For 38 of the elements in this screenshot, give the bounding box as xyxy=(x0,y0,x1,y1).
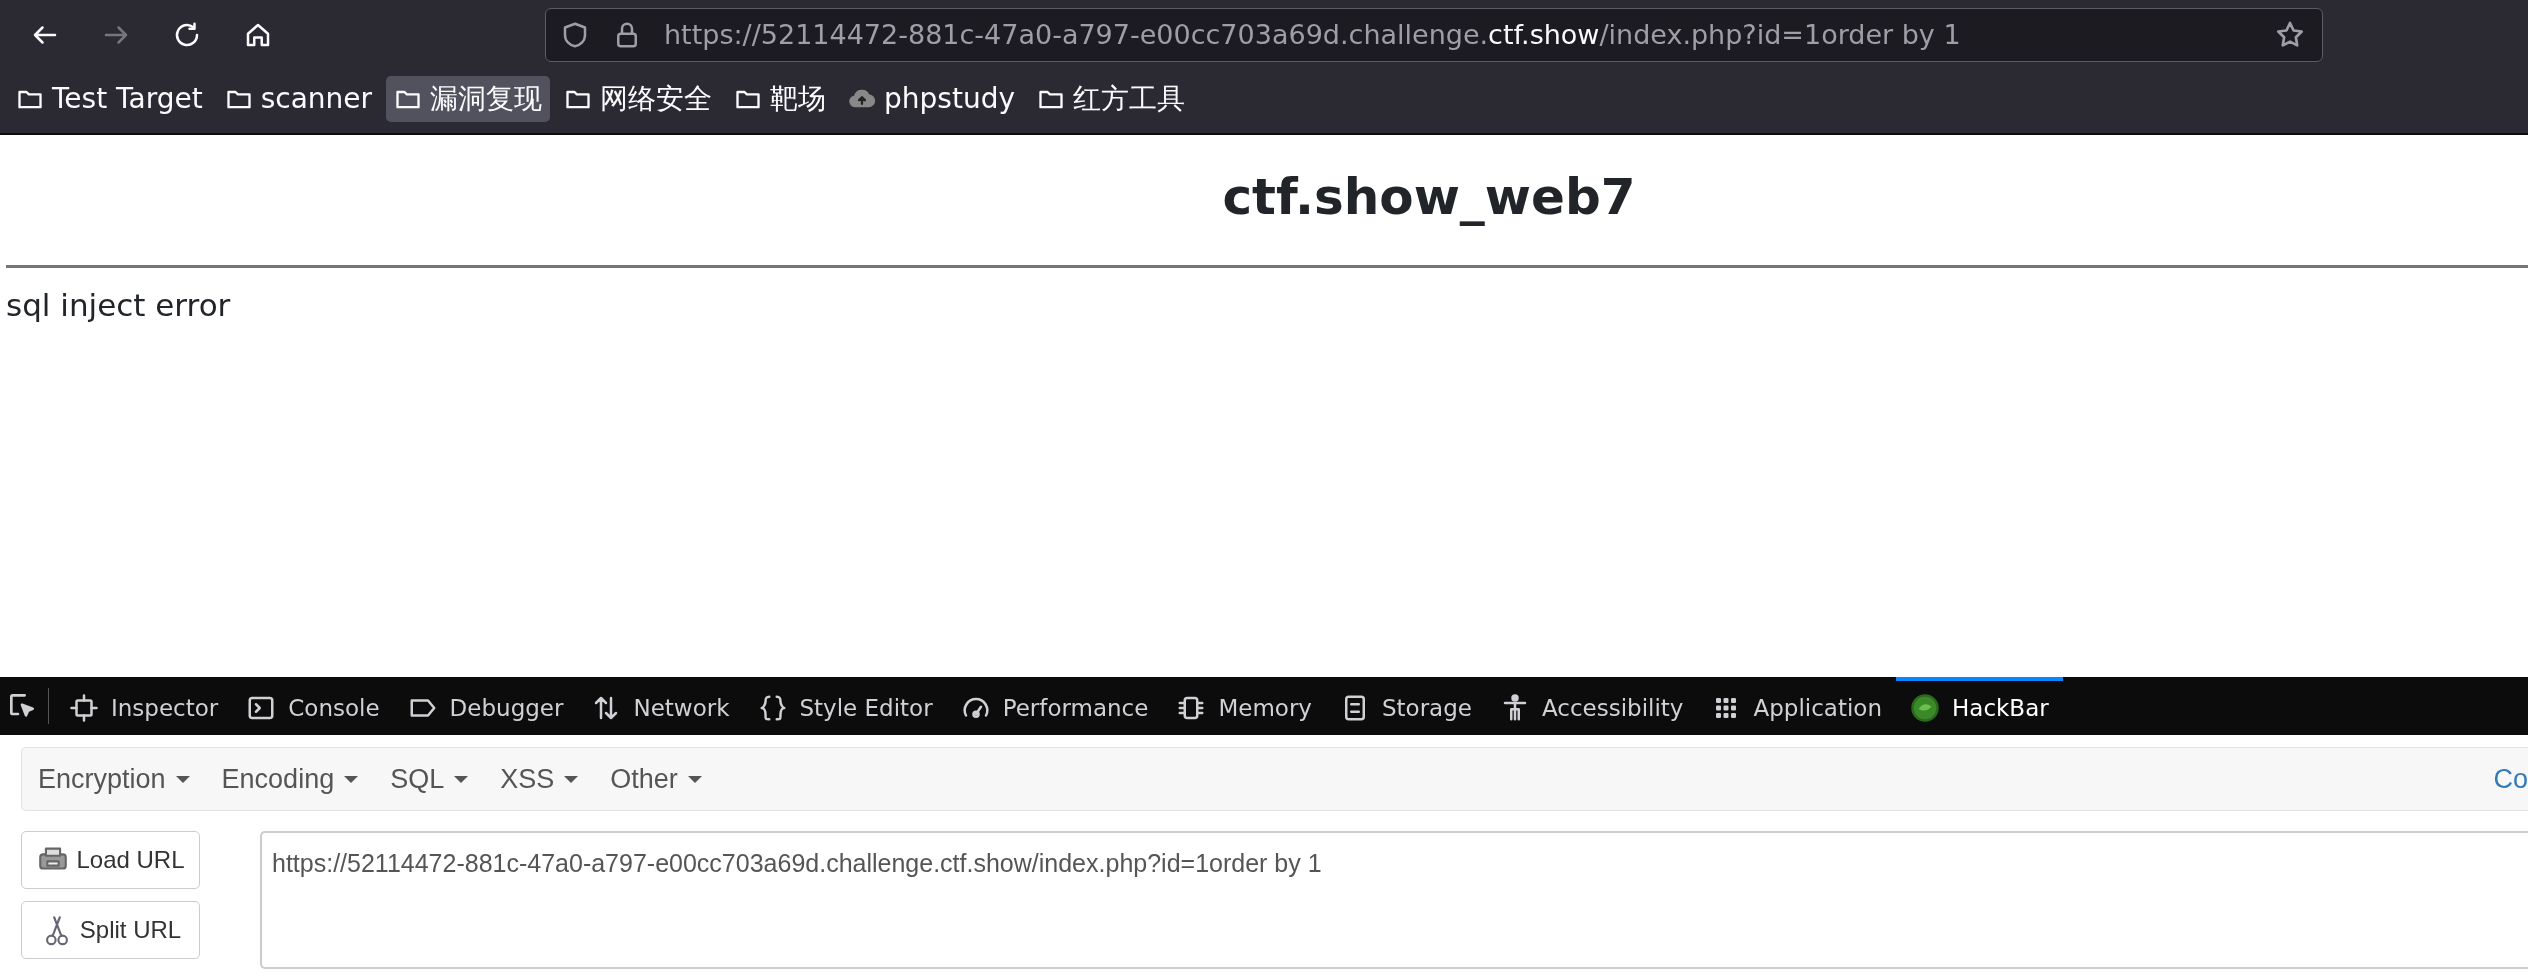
dropdown-menu-button[interactable]: Other xyxy=(594,758,718,800)
inspector-icon xyxy=(69,693,99,723)
bookmark-item[interactable]: Test Target xyxy=(8,76,211,122)
url-field[interactable]: https://52114472-881c-47a0-a797-e00cc703a69d.challenge.ctf.show/index.php?id=1order by 1 xyxy=(260,831,2528,969)
url-text: https://52114472-881c-47a0-a797-e00cc703a69d.challenge.ctf.show/index.php?id=1order by 1 xyxy=(664,17,1961,52)
hackbar-button[interactable]: Split URL xyxy=(21,901,200,959)
devtools-tab[interactable]: Storage xyxy=(1325,677,1486,735)
devtools-tab[interactable]: HackBar xyxy=(1896,677,2063,735)
hackbar-button[interactable]: Load URL xyxy=(21,831,200,889)
bookmark-item[interactable]: 靶场 xyxy=(726,76,835,122)
dropdown-menu-button[interactable]: SQL xyxy=(374,758,485,800)
bookmark-item[interactable]: 红方工具 xyxy=(1029,76,1193,122)
devtools-tab[interactable]: Application xyxy=(1697,677,1896,735)
bookmark-item[interactable]: phpstudy xyxy=(840,76,1023,122)
devtools-tab[interactable]: Inspector xyxy=(55,677,233,735)
address-bar[interactable]: https://52114472-881c-47a0-a797-e00cc703a69d.challenge.ctf.show/index.php?id=1order by 1 xyxy=(545,8,2323,62)
devtools-tab[interactable]: Network xyxy=(577,677,744,735)
page-heading: ctf.show_web7 xyxy=(1221,167,1637,227)
devtools-tab[interactable]: Style Editor xyxy=(743,677,947,735)
menu-link[interactable]: Co xyxy=(2493,758,2528,800)
bookmark-item[interactable]: scanner xyxy=(216,76,381,122)
devtools-tab[interactable]: Performance xyxy=(946,677,1163,735)
caret-icon xyxy=(564,775,579,783)
devtools-tab[interactable]: Accessibility xyxy=(1485,677,1698,735)
devtools-tab[interactable]: Memory xyxy=(1162,677,1326,735)
bookmark-item[interactable]: 漏洞复现 xyxy=(386,76,551,122)
extension-logo-icon xyxy=(1910,693,1940,723)
caret-icon xyxy=(175,775,190,783)
caret-icon xyxy=(344,775,359,783)
caret-icon xyxy=(687,775,702,783)
bookmark-item[interactable]: 网络安全 xyxy=(556,76,721,122)
dropdown-menu-button[interactable]: Encoding xyxy=(205,758,375,800)
error-message: sql inject error xyxy=(6,286,232,325)
caret-icon xyxy=(454,775,469,783)
devtools-tab[interactable]: Debugger xyxy=(393,677,578,735)
dropdown-menu-button[interactable]: Encryption xyxy=(22,758,206,800)
devtools-tab[interactable]: Console xyxy=(232,677,394,735)
dropdown-menu-button[interactable]: XSS xyxy=(484,758,595,800)
